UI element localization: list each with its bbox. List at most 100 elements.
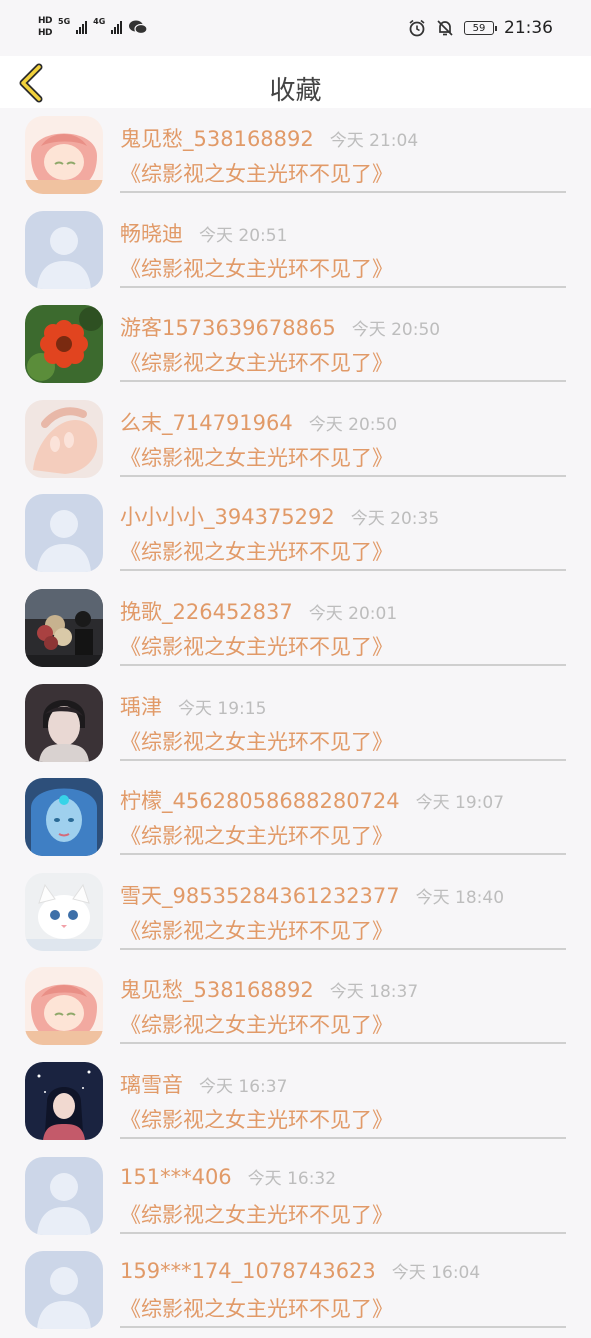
divider [120,380,566,383]
avatar-image [25,1061,103,1140]
list-item[interactable]: 挽歌_226452837 今天 20:01 《综影视之女主光环不见了》 [0,581,591,676]
sim2-hd-label: HD [38,28,53,38]
avatar-image [25,683,103,762]
user-name[interactable]: 151***406 [120,1165,232,1189]
avatar[interactable] [25,778,103,857]
avatar-image [25,1251,103,1330]
signal1-icon [76,20,88,34]
signal2-icon [111,20,123,34]
user-name[interactable]: 挽歌_226452837 [120,596,293,626]
avatar[interactable] [25,683,103,762]
divider [120,947,566,950]
avatar[interactable] [25,494,103,573]
avatar[interactable] [25,1251,103,1330]
name-line: 游客1573639678865 今天 20:50 [120,312,440,342]
avatar[interactable] [25,305,103,384]
book-title[interactable]: 《综影视之女主光环不见了》 [120,347,393,377]
avatar-image [25,588,103,667]
user-name[interactable]: 雪天_98535284361232377 [120,880,400,910]
user-name[interactable]: 鬼见愁_538168892 [120,123,314,153]
avatar[interactable] [25,210,103,289]
book-title[interactable]: 《综影视之女主光环不见了》 [120,442,393,472]
book-title[interactable]: 《综影视之女主光环不见了》 [120,1009,393,1039]
list-item[interactable]: 璃雪音 今天 16:37 《综影视之女主光环不见了》 [0,1054,591,1149]
list-item[interactable]: 么末_714791964 今天 20:50 《综影视之女主光环不见了》 [0,392,591,487]
book-title[interactable]: 《综影视之女主光环不见了》 [120,158,393,188]
name-line: 雪天_98535284361232377 今天 18:40 [120,880,504,910]
name-line: 畅晓迪 今天 20:51 [120,218,287,248]
book-title[interactable]: 《综影视之女主光环不见了》 [120,1199,393,1229]
list-item[interactable]: 柠檬_45628058688280724 今天 19:07 《综影视之女主光环不见了… [0,770,591,865]
list-item[interactable]: 小小小小_394375292 今天 20:35 《综影视之女主光环不见了》 [0,486,591,581]
name-line: 柠檬_45628058688280724 今天 19:07 [120,785,504,815]
list-item[interactable]: 畅晓迪 今天 20:51 《综影视之女主光环不见了》 [0,203,591,298]
list-item[interactable]: 雪天_98535284361232377 今天 18:40 《综影视之女主光环不见了… [0,865,591,960]
name-line: 小小小小_394375292 今天 20:35 [120,501,439,531]
book-title[interactable]: 《综影视之女主光环不见了》 [120,915,393,945]
avatar-image [25,1156,103,1235]
timestamp: 今天 20:01 [308,603,398,624]
user-name[interactable]: 么末_714791964 [120,407,293,437]
timestamp: 今天 16:04 [391,1263,481,1284]
network2-label: 4G [93,17,106,26]
name-line: 鬼见愁_538168892 今天 18:37 [120,974,418,1004]
user-name[interactable]: 柠檬_45628058688280724 [120,785,400,815]
divider [120,853,566,856]
user-name[interactable]: 鬼见愁_538168892 [120,974,314,1004]
list-item[interactable]: 瑀津 今天 19:15 《综影视之女主光环不见了》 [0,676,591,771]
book-title[interactable]: 《综影视之女主光环不见了》 [120,253,393,283]
page-title: 收藏 [269,76,322,106]
avatar[interactable] [25,116,103,194]
timestamp: 今天 19:15 [178,698,267,719]
list-item[interactable]: 鬼见愁_538168892 今天 21:04 《综影视之女主光环不见了》 [0,108,591,203]
list-item[interactable]: 151***406 今天 16:32 《综影视之女主光环不见了》 [0,1149,591,1244]
avatar-image [25,778,103,857]
status-bar: HD HD 5G . 4G . [0,0,591,56]
name-line: 159***174_1078743623 今天 16:04 [120,1258,480,1283]
book-title[interactable]: 《综影视之女主光环不见了》 [120,631,393,661]
name-line: 挽歌_226452837 今天 20:01 [120,596,397,626]
avatar[interactable] [25,1156,103,1235]
divider [120,191,566,193]
book-title[interactable]: 《综影视之女主光环不见了》 [120,1104,393,1134]
user-name[interactable]: 瑀津 [120,691,162,721]
user-name[interactable]: 小小小小_394375292 [120,501,335,531]
user-name[interactable]: 璃雪音 [120,1069,183,1099]
timestamp: 今天 20:51 [199,225,288,246]
timestamp: 今天 16:32 [247,1168,337,1189]
avatar-image [25,399,103,478]
avatar[interactable] [25,872,103,951]
divider [120,1042,566,1045]
avatar-image [25,305,103,384]
book-title[interactable]: 《综影视之女主光环不见了》 [120,820,393,850]
list-item[interactable]: 鬼见愁_538168892 今天 18:37 《综影视之女主光环不见了》 [0,959,591,1054]
favorites-list: 鬼见愁_538168892 今天 21:04 《综影视之女主光环不见了》 畅晓迪 今天 … [0,108,591,1338]
timestamp: 今天 19:07 [415,793,505,814]
avatar[interactable] [25,967,103,1046]
name-line: 璃雪音 今天 16:37 [120,1069,287,1099]
avatar[interactable] [25,588,103,667]
timestamp: 今天 20:50 [308,414,398,435]
divider [120,285,566,288]
list-item[interactable]: 游客1573639678865 今天 20:50 《综影视之女主光环不见了》 [0,297,591,392]
nav-header: 收藏 [0,56,591,108]
wechat-icon [129,20,148,35]
alarm-icon [409,19,425,37]
timestamp: 今天 18:37 [329,982,419,1003]
timestamp: 今天 18:40 [415,887,505,908]
mute-bell-icon [437,20,453,36]
avatar-image [25,210,103,289]
user-name[interactable]: 游客1573639678865 [120,312,336,342]
avatar[interactable] [25,1061,103,1140]
avatar[interactable] [25,399,103,478]
avatar-image [25,116,103,194]
divider [120,474,566,477]
sim1-hd-label: HD [38,16,53,26]
timestamp: 今天 21:04 [329,131,419,151]
user-name[interactable]: 畅晓迪 [120,218,183,248]
list-item[interactable]: 159***174_1078743623 今天 16:04 《综影视之女主光环不见了… [0,1243,591,1338]
book-title[interactable]: 《综影视之女主光环不见了》 [120,1293,393,1323]
book-title[interactable]: 《综影视之女主光环不见了》 [120,726,393,756]
book-title[interactable]: 《综影视之女主光环不见了》 [120,536,393,566]
battery-icon: 59 [464,21,497,35]
